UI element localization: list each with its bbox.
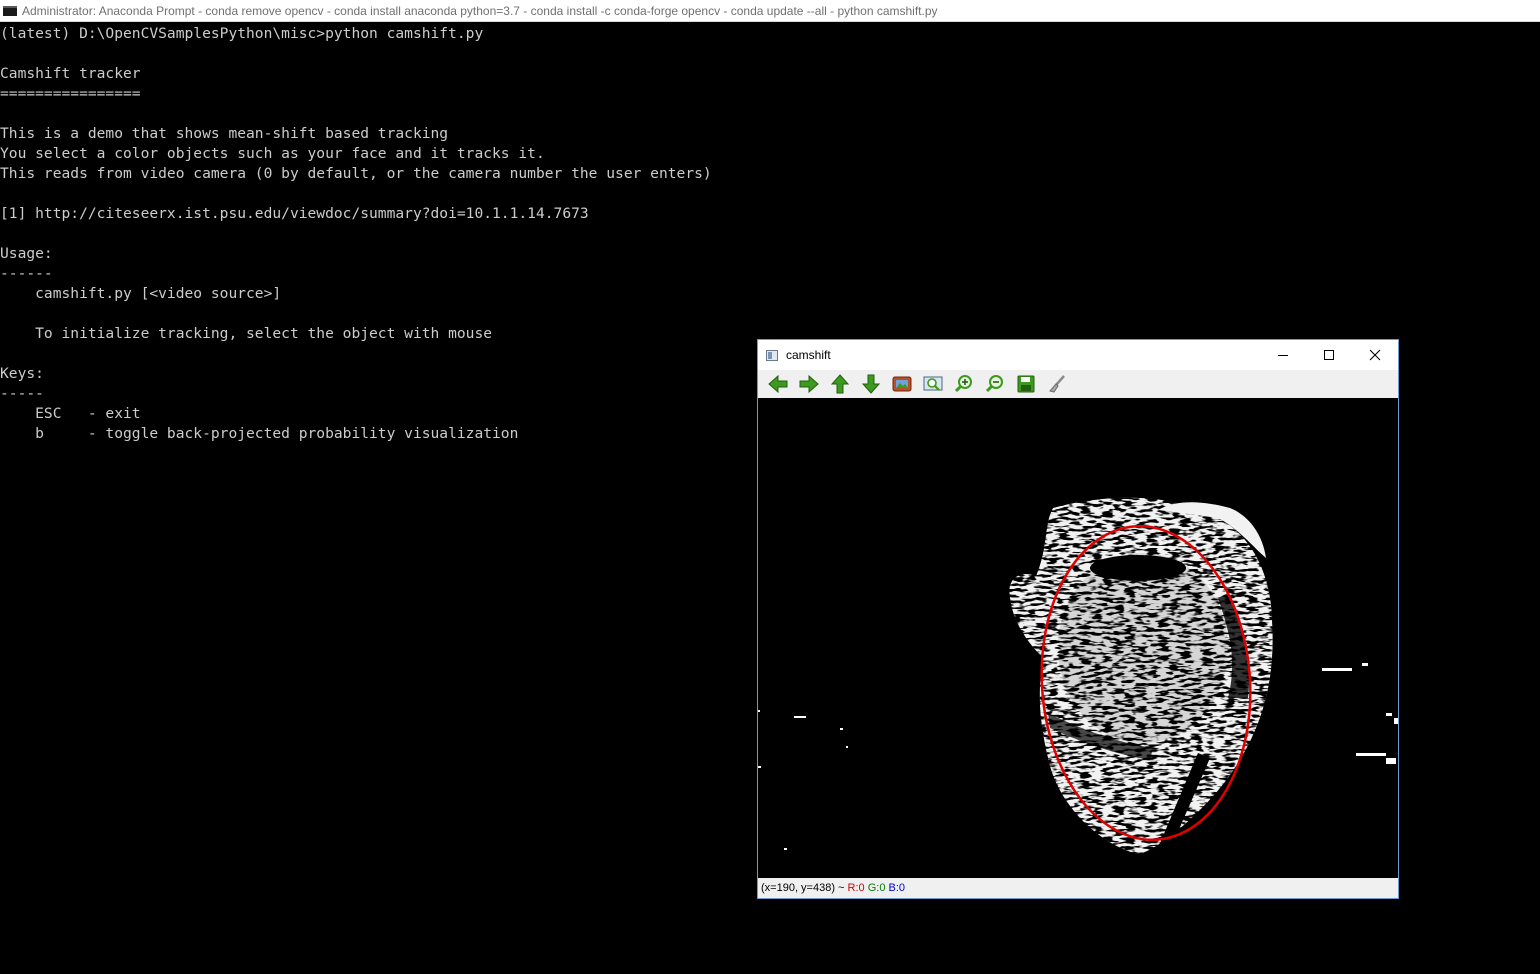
console-line: This is a demo that shows mean-shift bas… (0, 125, 449, 142)
zoom-in-button[interactable] (948, 371, 979, 397)
console-app-icon (3, 5, 17, 16)
close-icon (1369, 349, 1381, 361)
camshift-title-bar[interactable]: camshift (758, 340, 1398, 370)
console-line: ================ (0, 85, 141, 102)
close-button[interactable] (1352, 340, 1398, 370)
pixel-red-value: R:0 (847, 882, 865, 894)
arrow-down-icon (861, 374, 880, 394)
minimize-icon (1278, 355, 1288, 356)
properties-button[interactable] (1041, 371, 1072, 397)
console-line: Keys: (0, 365, 44, 382)
console-line: camshift.py [<video source>] (0, 285, 282, 302)
maximize-button[interactable] (1306, 340, 1352, 370)
zoom-out-icon (985, 375, 1003, 393)
zoom-in-icon (954, 375, 972, 393)
zoom-fit-icon (923, 376, 942, 391)
console-line: Usage: (0, 245, 53, 262)
console-line: You select a color objects such as your … (0, 145, 545, 162)
minimize-button[interactable] (1260, 340, 1306, 370)
window-app-icon (766, 349, 778, 361)
console-output[interactable]: (latest) D:\OpenCVSamplesPython\misc>pyt… (0, 24, 712, 444)
console-line: ----- (0, 385, 44, 402)
pan-right-button[interactable] (793, 371, 824, 397)
console-line: [1] http://citeseerx.ist.psu.edu/viewdoc… (0, 205, 589, 222)
brush-icon (1048, 375, 1065, 393)
console-title-bar[interactable]: Administrator: Anaconda Prompt - conda r… (0, 0, 1540, 22)
toolbar (758, 370, 1398, 398)
console-line: ESC - exit (0, 405, 141, 422)
pixel-green-value: G:0 (867, 882, 886, 894)
video-canvas[interactable] (758, 398, 1398, 878)
pan-left-button[interactable] (762, 371, 793, 397)
maximize-icon (1324, 350, 1334, 360)
arrow-right-icon (799, 374, 819, 394)
status-bar: (x=190, y=438) ~ R:0 G:0 B:0 (758, 878, 1398, 898)
pixel-blue-value: B:0 (888, 882, 906, 894)
pixel-coordinates: (x=190, y=438) ~ (761, 882, 845, 894)
pan-up-button[interactable] (824, 371, 855, 397)
arrow-left-icon (767, 374, 787, 394)
console-line: ------ (0, 265, 53, 282)
zoom-original-button[interactable] (886, 371, 917, 397)
image-icon (892, 376, 911, 392)
console-line: To initialize tracking, select the objec… (0, 325, 493, 342)
zoom-out-button[interactable] (979, 371, 1010, 397)
console-title: Administrator: Anaconda Prompt - conda r… (22, 3, 938, 18)
console-line: (latest) D:\OpenCVSamplesPython\misc>pyt… (0, 25, 484, 42)
pan-down-button[interactable] (855, 371, 886, 397)
console-line: b - toggle back-projected probability vi… (0, 425, 519, 442)
console-line: This reads from video camera (0 by defau… (0, 165, 712, 182)
console-line: Camshift tracker (0, 65, 141, 82)
zoom-fit-button[interactable] (917, 371, 948, 397)
back-projection-image (758, 398, 1398, 878)
save-button[interactable] (1010, 371, 1041, 397)
save-icon (1017, 375, 1034, 393)
arrow-up-icon (830, 374, 849, 394)
camshift-window[interactable]: camshift (x=190, y=438) ~ R:0 G:0 B:0 (758, 340, 1398, 898)
window-title: camshift (786, 348, 831, 362)
